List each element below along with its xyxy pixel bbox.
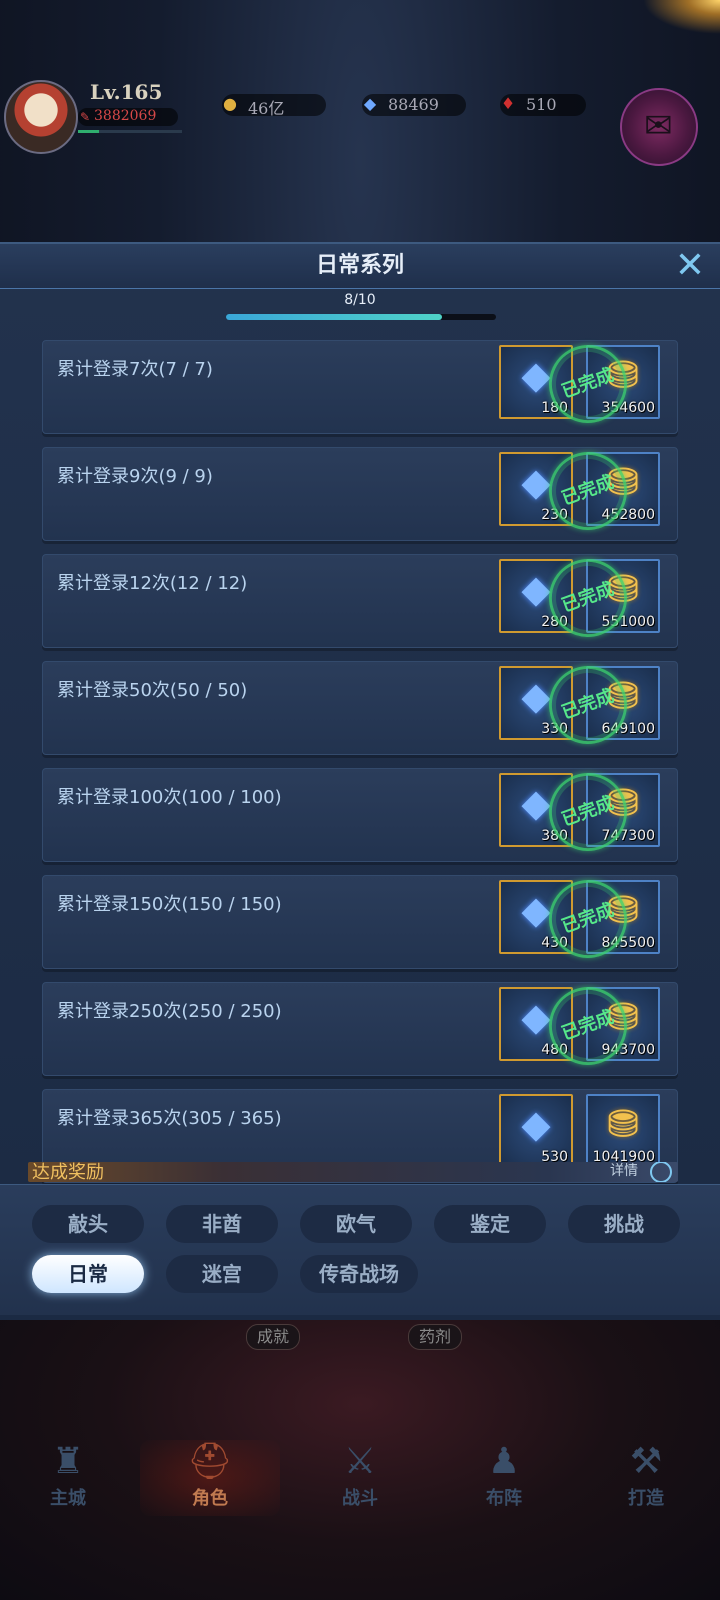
nav-battle[interactable]: ⚔ 战斗 xyxy=(310,1440,410,1520)
task-label: 累计登录100次(100 / 100) xyxy=(57,787,282,808)
nav-main-city[interactable]: ♜ 主城 xyxy=(18,1440,118,1520)
ruby-counter[interactable]: ♦ 510 xyxy=(500,94,586,116)
task-row[interactable]: 累计登录100次(100 / 100) ◆ 380 ⛃ 747300 已完成 xyxy=(42,762,678,862)
close-icon[interactable]: ✕ xyxy=(672,248,708,284)
task-label: 累计登录9次(9 / 9) xyxy=(57,466,213,487)
diamond-value: 88469 xyxy=(388,95,439,114)
task-list[interactable]: 累计登录7次(7 / 7) ◆ 180 ⛃ 354600 已完成 累计登录9次(9 / 9)… xyxy=(42,334,678,1196)
task-row[interactable]: 累计登录7次(7 / 7) ◆ 180 ⛃ 354600 已完成 xyxy=(42,334,678,434)
gold-coin-icon: ● xyxy=(223,94,237,113)
task-label: 累计登录250次(250 / 250) xyxy=(57,1001,282,1022)
search-icon[interactable] xyxy=(650,1162,672,1182)
gold-value: 46亿 xyxy=(248,99,285,118)
achievement-reward-strip[interactable]: 达成奖励 详情 xyxy=(28,1162,678,1182)
potion-button[interactable]: 药剂 xyxy=(408,1324,463,1350)
nav-label: 角色 xyxy=(192,1488,228,1509)
progress-bar xyxy=(226,314,496,320)
castle-icon: ♜ xyxy=(51,1441,85,1482)
crossed-swords-icon: ⚔ xyxy=(343,1441,377,1482)
task-row[interactable]: 累计登录9次(9 / 9) ◆ 230 ⛃ 452800 已完成 xyxy=(42,441,678,541)
progress-text: 8/10 xyxy=(344,292,376,308)
category-tabs: 敲头 非酋 欧气 鉴定 挑战 日常 迷宫 传奇战场 xyxy=(0,1184,720,1315)
task-label: 累计登录150次(150 / 150) xyxy=(57,894,282,915)
tab-jianding[interactable]: 鉴定 xyxy=(434,1205,546,1243)
reward-strip-label: 达成奖励 xyxy=(32,1162,104,1182)
nav-forge[interactable]: ⚒ 打造 xyxy=(596,1440,696,1520)
diamond-reward[interactable]: ◆ 530 xyxy=(499,1094,573,1168)
gold-reward[interactable]: ⛃ 1041900 xyxy=(586,1094,660,1168)
power-icon: ✎ xyxy=(80,110,91,124)
ruby-icon: ♦ xyxy=(500,94,516,113)
tab-ouqi[interactable]: 欧气 xyxy=(300,1205,412,1243)
task-label: 累计登录7次(7 / 7) xyxy=(57,359,213,380)
player-level: Lv.165 xyxy=(90,80,163,104)
tab-qiaotou[interactable]: 敲头 xyxy=(32,1205,144,1243)
task-label: 累计登录50次(50 / 50) xyxy=(57,680,248,701)
panel-title: 日常系列 xyxy=(0,244,720,289)
task-row[interactable]: 累计登录150次(150 / 150) ◆ 430 ⛃ 845500 已完成 xyxy=(42,869,678,969)
task-label: 累计登录365次(305 / 365) xyxy=(57,1108,282,1129)
experience-bar xyxy=(78,130,182,133)
nav-formation[interactable]: ♟ 布阵 xyxy=(454,1440,554,1520)
gold-coins-icon: ⛃ xyxy=(607,1102,639,1146)
tab-tiaozhan[interactable]: 挑战 xyxy=(568,1205,680,1243)
quest-scroll-button[interactable]: ✉ xyxy=(620,88,698,166)
nav-label: 打造 xyxy=(628,1488,664,1509)
ruby-value: 510 xyxy=(526,95,557,114)
tab-feiqiu[interactable]: 非酋 xyxy=(166,1205,278,1243)
details-link[interactable]: 详情 xyxy=(610,1162,638,1180)
combat-power: ✎ 3882069 xyxy=(78,108,178,126)
helmet-icon: ⛑ xyxy=(187,1441,233,1482)
diamond-icon: ◆ xyxy=(521,1102,551,1146)
anvil-icon: ⚒ xyxy=(629,1441,663,1482)
nav-character[interactable]: ⛑ 角色 xyxy=(160,1440,260,1520)
combat-power-value: 3882069 xyxy=(94,108,157,124)
tab-migong[interactable]: 迷宫 xyxy=(166,1255,278,1293)
task-row[interactable]: 累计登录50次(50 / 50) ◆ 330 ⛃ 649100 已完成 xyxy=(42,655,678,755)
diamond-icon: ◆ xyxy=(363,94,377,113)
avatar[interactable] xyxy=(4,80,78,154)
tab-chuanqi-zhanchang[interactable]: 传奇战场 xyxy=(300,1255,418,1293)
task-row[interactable]: 累计登录250次(250 / 250) ◆ 480 ⛃ 943700 已完成 xyxy=(42,976,678,1076)
achievement-button[interactable]: 成就 xyxy=(246,1324,301,1350)
nav-label: 布阵 xyxy=(486,1488,522,1509)
nav-label: 战斗 xyxy=(342,1488,378,1509)
task-row[interactable]: 累计登录12次(12 / 12) ◆ 280 ⛃ 551000 已完成 xyxy=(42,548,678,648)
player-hud: Lv.165 ✎ 3882069 ● 46亿 ◆ 88469 ♦ 510 ✉ xyxy=(0,60,720,170)
formation-icon: ♟ xyxy=(487,1441,521,1482)
fireworks-decoration xyxy=(630,0,720,40)
diamond-counter[interactable]: ◆ 88469 xyxy=(362,94,466,116)
scroll-icon: ✉ xyxy=(644,106,673,146)
gold-counter[interactable]: ● 46亿 xyxy=(222,94,326,118)
tab-richang[interactable]: 日常 xyxy=(32,1255,144,1293)
nav-label: 主城 xyxy=(50,1488,86,1509)
daily-series-panel: 日常系列 ✕ 8/10 累计登录7次(7 / 7) ◆ 180 ⛃ 354600 已完成累… xyxy=(0,242,720,1322)
task-label: 累计登录12次(12 / 12) xyxy=(57,573,248,594)
